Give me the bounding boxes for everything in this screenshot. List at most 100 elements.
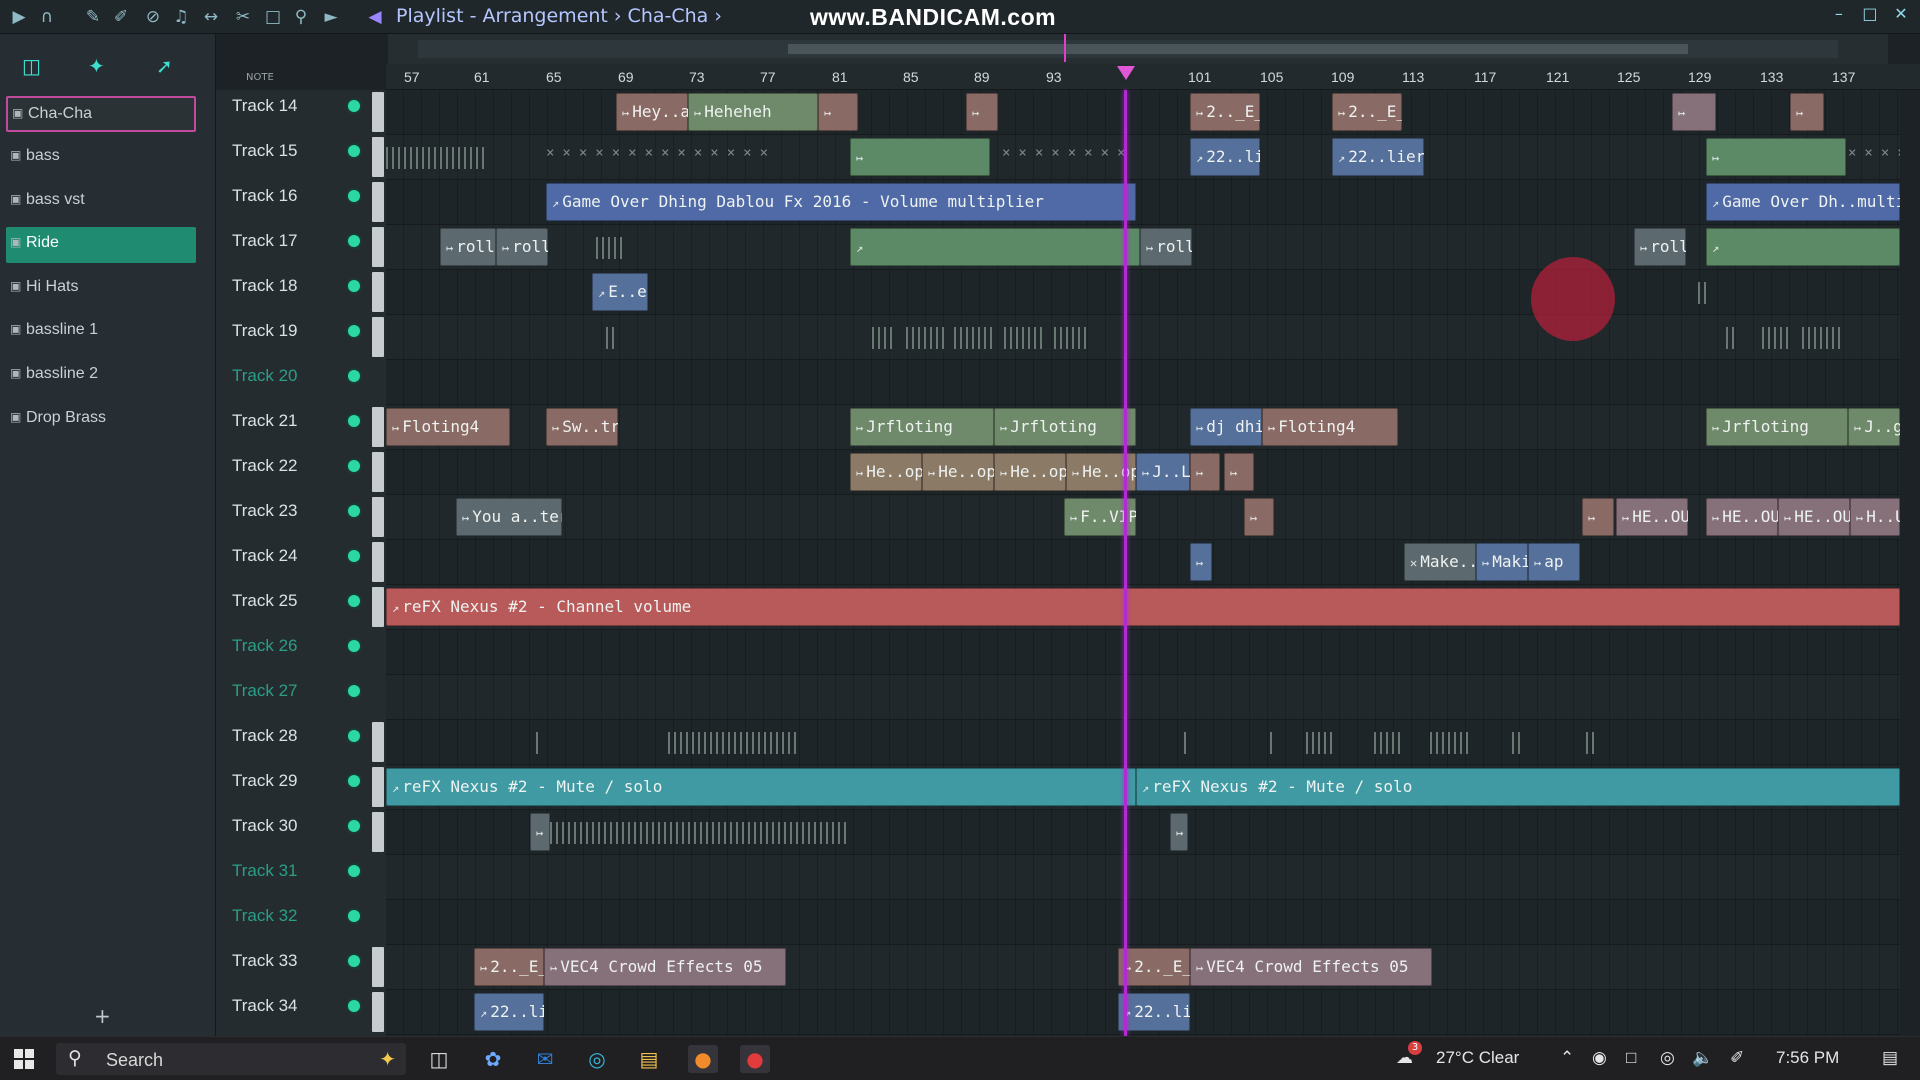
playlist-clip[interactable]: ↗ reFX Nexus #2 - Channel volume — [386, 588, 1900, 626]
playlist-clip[interactable]: ↦ — [1790, 93, 1824, 131]
track-header[interactable]: Track 26 — [216, 630, 386, 675]
maximize-icon[interactable]: □ — [1857, 4, 1883, 23]
playlist-clip[interactable]: ↦ — [1244, 498, 1274, 536]
track-header[interactable]: Track 23 — [216, 495, 386, 540]
speaker-icon[interactable]: 🔈 — [1692, 1048, 1713, 1068]
track-lane[interactable] — [386, 900, 1900, 945]
playlist-grid[interactable]: ↦Hey..a↦Heheheh↦↦↦2.._E_2↦2.._E_2↦↦↗22..… — [386, 90, 1900, 1036]
track-enable-led-icon[interactable] — [348, 730, 360, 742]
playlist-clip[interactable]: ↦rolll — [1634, 228, 1686, 266]
track-resize-grip[interactable] — [372, 317, 384, 357]
track-header[interactable]: Track 16 — [216, 180, 386, 225]
track-lane[interactable]: ↗ reFX Nexus #2 - Channel volume — [386, 585, 1900, 630]
track-enable-led-icon[interactable] — [348, 640, 360, 652]
track-lane[interactable]: ↗ reFX Nexus #2 - Mute / solo ↗ reFX Nexus … — [386, 765, 1900, 810]
track-enable-led-icon[interactable] — [348, 820, 360, 832]
playlist-clip[interactable]: ↗ reFX Nexus #2 - Mute / solo — [386, 768, 1136, 806]
magnet-icon[interactable]: ∩ — [36, 6, 58, 28]
playlist-clip[interactable]: ↦2.._E_2 — [1190, 93, 1260, 131]
playlist-clip[interactable]: ↦rolll — [496, 228, 548, 266]
pattern-item-bass[interactable]: ▣ bass — [6, 140, 196, 176]
track-header[interactable]: Track 24 — [216, 540, 386, 585]
track-lane[interactable]: ↦You a..ter 1↦F..VIP↦↦↦HE..OU↦HE..OU↦HE.… — [386, 495, 1900, 540]
minimize-icon[interactable]: – — [1826, 4, 1852, 23]
pattern-item-bassline-2[interactable]: ▣ bassline 2 — [6, 358, 196, 394]
playhead[interactable] — [1124, 90, 1127, 1036]
track-resize-grip[interactable] — [372, 182, 384, 222]
playlist-clip[interactable]: ↦2.._E_2 — [1118, 948, 1190, 986]
track-header[interactable]: Track 22 — [216, 450, 386, 495]
playlist-clip[interactable]: ↦ He..op — [922, 453, 994, 491]
track-lane[interactable] — [386, 855, 1900, 900]
track-enable-led-icon[interactable] — [348, 775, 360, 787]
playlist-clip[interactable]: ↦ — [1672, 93, 1716, 131]
track-enable-led-icon[interactable] — [348, 145, 360, 157]
playlist-clip[interactable]: ↗ reFX Nexus #2 - Mute / solo — [1136, 768, 1900, 806]
track-header[interactable]: Track 14 — [216, 90, 386, 135]
playlist-clip[interactable]: ↦ Floting4 — [1262, 408, 1398, 446]
playlist-clip[interactable]: ↦ — [1190, 543, 1212, 581]
overview-window[interactable] — [788, 44, 1688, 54]
track-resize-grip[interactable] — [372, 407, 384, 447]
track-header[interactable]: Track 27 — [216, 675, 386, 720]
playlist-clip[interactable]: ↦ — [966, 93, 998, 131]
track-resize-grip[interactable] — [372, 497, 384, 537]
track-lane[interactable] — [386, 360, 1900, 405]
pattern-item-cha-cha[interactable]: ▣ Cha-Cha — [6, 96, 196, 132]
track-lane[interactable]: ↦✕Make..l↦Maki↦ap — [386, 540, 1900, 585]
track-lane[interactable]: ↗22..lier↗22..lier — [386, 990, 1900, 1035]
piano-icon[interactable]: ◫ — [22, 54, 41, 78]
track-header[interactable]: Track 28 — [216, 720, 386, 765]
track-header[interactable]: Track 29 — [216, 765, 386, 810]
pattern-item-hi-hats[interactable]: ▣ Hi Hats — [6, 271, 196, 307]
track-enable-led-icon[interactable] — [348, 460, 360, 472]
playlist-clip[interactable]: ↦Sw..trx — [546, 408, 618, 446]
playlist-clip[interactable]: ↗E..er — [592, 273, 648, 311]
track-enable-led-icon[interactable] — [348, 595, 360, 607]
track-enable-led-icon[interactable] — [348, 370, 360, 382]
playlist-clip[interactable]: ↦ Jrfloting — [1706, 408, 1848, 446]
track-enable-led-icon[interactable] — [348, 190, 360, 202]
track-resize-grip[interactable] — [372, 947, 384, 987]
playlist-overview[interactable] — [388, 34, 1888, 64]
pen-icon[interactable]: ✐ — [1730, 1048, 1744, 1068]
track-header[interactable]: Track 15 — [216, 135, 386, 180]
track-lane[interactable]: ↗22..lier↗22..lier↦↦××××××××××××××××××××… — [386, 135, 1900, 180]
automation-icon[interactable]: ➚ — [156, 54, 173, 78]
track-header[interactable]: Track 21 — [216, 405, 386, 450]
playlist-clip[interactable]: ↦2.._E_2 — [1332, 93, 1402, 131]
track-lane[interactable] — [386, 675, 1900, 720]
pattern-item-bassline-1[interactable]: ▣ bassline 1 — [6, 314, 196, 350]
fl-studio-icon[interactable]: ● — [688, 1045, 718, 1073]
track-enable-led-icon[interactable] — [348, 325, 360, 337]
playlist-clip[interactable]: ↦ Jrfloting — [994, 408, 1136, 446]
mute-icon[interactable]: ♫ — [170, 6, 192, 28]
playlist-clip[interactable]: ↦You a..ter 1 — [456, 498, 562, 536]
track-enable-led-icon[interactable] — [348, 955, 360, 967]
playlist-clip[interactable]: ↦ Hey..a — [616, 93, 688, 131]
track-lane[interactable]: ↦rolll↦rolll↗↦rolll↦rolll↗ — [386, 225, 1900, 270]
playlist-clip[interactable]: ↦ — [1224, 453, 1254, 491]
playback-icon[interactable]: ► — [320, 6, 342, 28]
playlist-clip[interactable]: ↦ — [1190, 453, 1220, 491]
track-resize-grip[interactable] — [372, 542, 384, 582]
playlist-clip[interactable]: ↦rolll — [1140, 228, 1192, 266]
playlist-clip[interactable]: ↦ — [1582, 498, 1614, 536]
playhead-marker[interactable] — [1117, 66, 1135, 80]
playlist-clip[interactable]: ↦ — [1170, 813, 1188, 851]
arrangement-icon[interactable]: ◀ — [364, 6, 386, 28]
playlist-clip[interactable]: ↗22..lier — [1118, 993, 1190, 1031]
playlist-clip[interactable]: ↗22..lier — [1332, 138, 1424, 176]
paint-icon[interactable]: ✐ — [110, 6, 132, 28]
pencil-icon[interactable]: ✎ — [82, 6, 104, 28]
pattern-item-bass-vst[interactable]: ▣ bass vst — [6, 184, 196, 220]
track-enable-led-icon[interactable] — [348, 865, 360, 877]
track-resize-grip[interactable] — [372, 992, 384, 1032]
track-enable-led-icon[interactable] — [348, 550, 360, 562]
webcam-icon[interactable]: ◉ — [1592, 1048, 1607, 1068]
weather-text[interactable]: 27°C Clear — [1436, 1048, 1519, 1068]
playlist-clip[interactable]: ↦ Jrfloting — [850, 408, 994, 446]
track-resize-grip[interactable] — [372, 452, 384, 492]
globe-icon[interactable]: ◎ — [1660, 1048, 1675, 1068]
track-resize-grip[interactable] — [372, 92, 384, 132]
